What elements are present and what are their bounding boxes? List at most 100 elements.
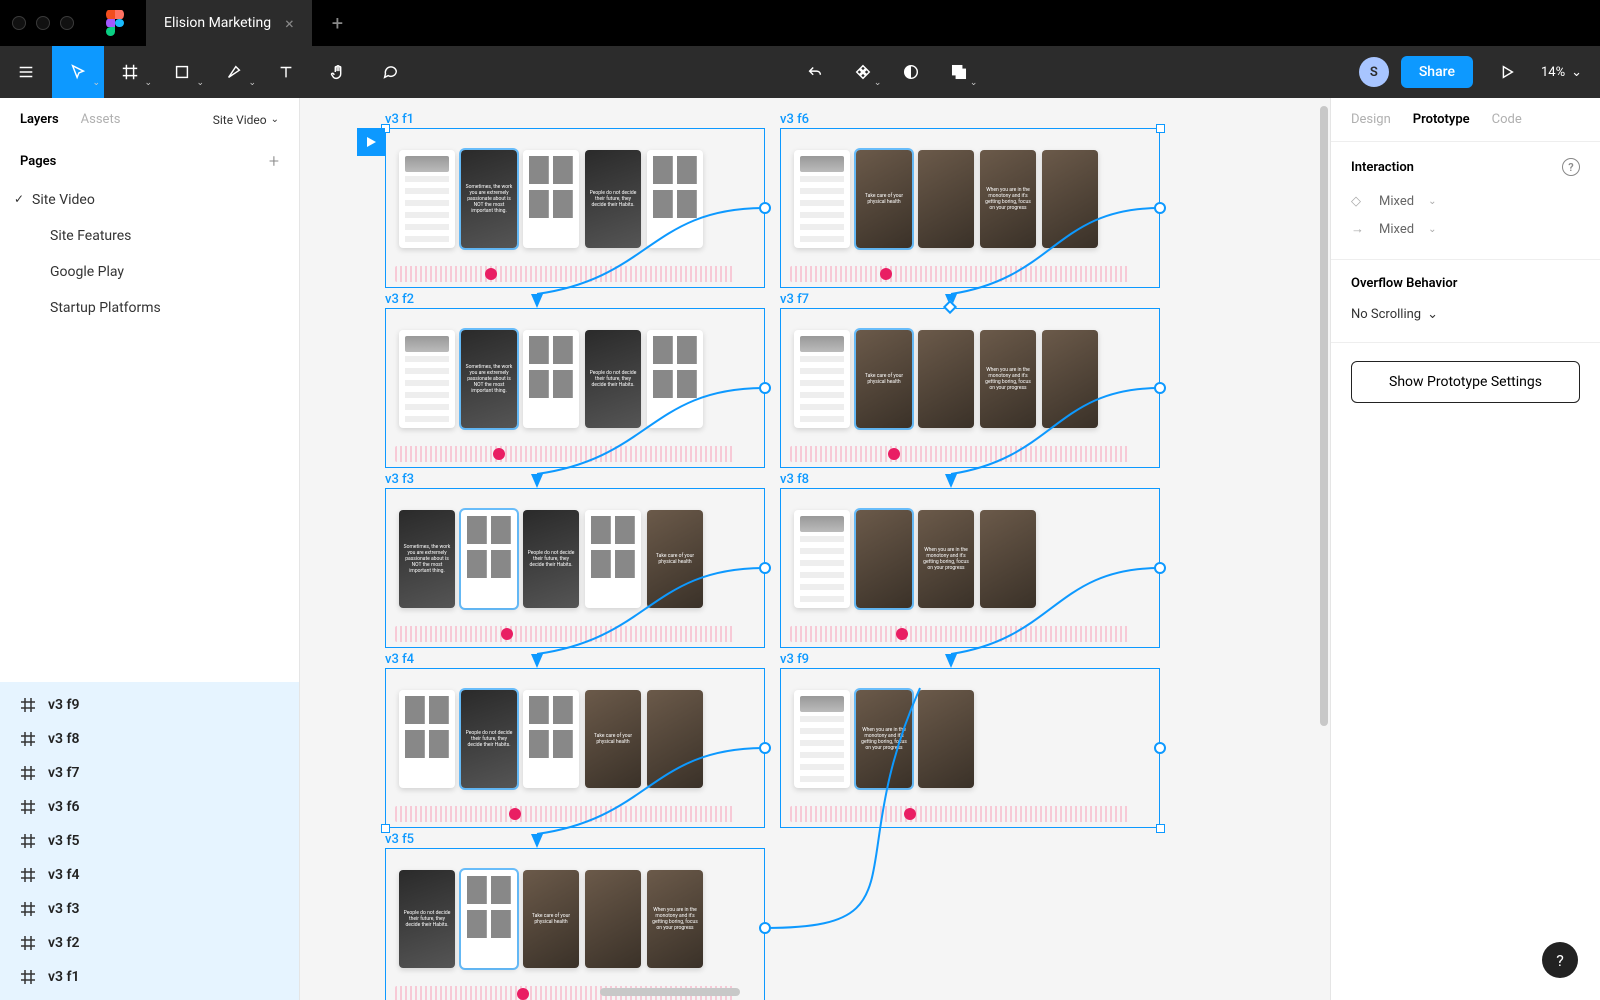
- layers-tab[interactable]: Layers: [20, 112, 59, 127]
- prototype-start-badge[interactable]: [357, 128, 385, 156]
- frame-icon: [20, 697, 36, 713]
- prototype-tab[interactable]: Prototype: [1413, 112, 1470, 127]
- shape-tool[interactable]: ⌄: [156, 46, 208, 98]
- page-item[interactable]: Startup Platforms: [0, 290, 299, 326]
- close-tab-icon[interactable]: ×: [285, 14, 294, 33]
- prototype-node[interactable]: [1154, 382, 1166, 394]
- canvas-card: When you are in the monotony and it's ge…: [980, 330, 1036, 428]
- file-tab[interactable]: Elision Marketing ×: [146, 0, 312, 46]
- main-menu-button[interactable]: [0, 46, 52, 98]
- traffic-max[interactable]: [60, 16, 74, 30]
- canvas-card: [918, 150, 974, 248]
- canvas-card: [399, 330, 455, 428]
- canvas-card: Sometimes, the work you are extremely pa…: [461, 150, 517, 248]
- vertical-scrollbar[interactable]: [1320, 106, 1328, 726]
- frame-tool[interactable]: ⌄: [104, 46, 156, 98]
- design-tab[interactable]: Design: [1351, 112, 1391, 127]
- frame-label[interactable]: v3 f7: [780, 292, 809, 307]
- frame-icon: [20, 901, 36, 917]
- prototype-node[interactable]: [1154, 202, 1166, 214]
- frame-label[interactable]: v3 f5: [385, 832, 414, 847]
- page-item[interactable]: Site Video: [0, 182, 299, 218]
- interaction-action-row[interactable]: → Mixed ⌄: [1351, 215, 1580, 243]
- undo-icon[interactable]: [793, 46, 837, 98]
- layer-item[interactable]: v3 f1: [0, 960, 299, 994]
- boolean-tool[interactable]: ⌄: [937, 46, 981, 98]
- traffic-close[interactable]: [12, 16, 26, 30]
- window-titlebar: Elision Marketing × +: [0, 0, 1600, 46]
- page-selector[interactable]: Site Video ⌄: [213, 113, 279, 127]
- canvas-card: Sometimes, the work you are extremely pa…: [461, 330, 517, 428]
- canvas-card: Sometimes, the work you are extremely pa…: [399, 510, 455, 608]
- selection-handle[interactable]: [1156, 824, 1165, 833]
- prototype-node[interactable]: [759, 742, 771, 754]
- frame-icon: [20, 799, 36, 815]
- code-tab[interactable]: Code: [1492, 112, 1522, 127]
- new-tab-button[interactable]: +: [312, 11, 363, 35]
- pages-list: Site VideoSite FeaturesGoogle PlayStartu…: [0, 182, 299, 326]
- chevron-down-icon: ⌄: [1428, 196, 1436, 207]
- frame-label[interactable]: v3 f3: [385, 472, 414, 487]
- layer-item[interactable]: v3 f9: [0, 688, 299, 722]
- overflow-value[interactable]: No Scrolling ⌄: [1351, 303, 1580, 326]
- move-tool[interactable]: ⌄: [52, 46, 104, 98]
- layer-item[interactable]: v3 f3: [0, 892, 299, 926]
- frame-label[interactable]: v3 f9: [780, 652, 809, 667]
- canvas-card: [461, 870, 517, 968]
- traffic-min[interactable]: [36, 16, 50, 30]
- share-button[interactable]: Share: [1401, 56, 1473, 88]
- frame-icon: [20, 969, 36, 985]
- frame-label[interactable]: v3 f4: [385, 652, 414, 667]
- page-item[interactable]: Site Features: [0, 218, 299, 254]
- help-fab[interactable]: ?: [1542, 942, 1578, 978]
- timeline-strip: [790, 626, 1130, 642]
- frame-label[interactable]: v3 f6: [780, 112, 809, 127]
- prototype-node[interactable]: [1154, 562, 1166, 574]
- text-tool[interactable]: [260, 46, 312, 98]
- zoom-control[interactable]: 14% ⌄: [1541, 65, 1582, 80]
- component-tool[interactable]: ⌄: [841, 46, 885, 98]
- selection-handle[interactable]: [381, 824, 390, 833]
- layer-item[interactable]: v3 f2: [0, 926, 299, 960]
- layer-item[interactable]: v3 f8: [0, 722, 299, 756]
- pen-tool[interactable]: ⌄: [208, 46, 260, 98]
- frame-label[interactable]: v3 f8: [780, 472, 809, 487]
- timeline-strip: [790, 266, 1130, 282]
- show-prototype-settings-button[interactable]: Show Prototype Settings: [1351, 361, 1580, 403]
- interaction-trigger-row[interactable]: ◇ Mixed ⌄: [1351, 188, 1580, 215]
- canvas-card: When you are in the monotony and it's ge…: [647, 870, 703, 968]
- add-page-button[interactable]: +: [269, 151, 279, 172]
- prototype-node[interactable]: [759, 202, 771, 214]
- canvas-card: [647, 150, 703, 248]
- comment-tool[interactable]: [364, 46, 416, 98]
- layer-item[interactable]: v3 f4: [0, 858, 299, 892]
- prototype-node[interactable]: [759, 922, 771, 934]
- zoom-value: 14%: [1541, 65, 1565, 80]
- frame-label[interactable]: v3 f2: [385, 292, 414, 307]
- page-item[interactable]: Google Play: [0, 254, 299, 290]
- timeline-strip: [395, 446, 735, 462]
- layer-item[interactable]: v3 f5: [0, 824, 299, 858]
- help-icon[interactable]: ?: [1562, 158, 1580, 176]
- canvas-card: When you are in the monotony and it's ge…: [980, 150, 1036, 248]
- prototype-node[interactable]: [1154, 742, 1166, 754]
- prototype-node[interactable]: [759, 382, 771, 394]
- user-avatar[interactable]: S: [1359, 57, 1389, 87]
- layer-item[interactable]: v3 f6: [0, 790, 299, 824]
- present-button[interactable]: [1485, 46, 1529, 98]
- trigger-icon: ◇: [1351, 194, 1367, 209]
- figma-logo-icon[interactable]: [106, 10, 124, 36]
- canvas[interactable]: v3 f1Sometimes, the work you are extreme…: [300, 98, 1330, 1000]
- canvas-card: [918, 330, 974, 428]
- layer-item[interactable]: v3 f7: [0, 756, 299, 790]
- frame-icon: [20, 867, 36, 883]
- selection-handle[interactable]: [1156, 124, 1165, 133]
- mask-tool[interactable]: [889, 46, 933, 98]
- window-controls[interactable]: [12, 16, 74, 30]
- canvas-card: When you are in the monotony and it's ge…: [856, 690, 912, 788]
- canvas-card: [1042, 330, 1098, 428]
- assets-tab[interactable]: Assets: [81, 112, 121, 127]
- prototype-node[interactable]: [759, 562, 771, 574]
- hand-tool[interactable]: [312, 46, 364, 98]
- horizontal-scrollbar[interactable]: [600, 988, 740, 996]
